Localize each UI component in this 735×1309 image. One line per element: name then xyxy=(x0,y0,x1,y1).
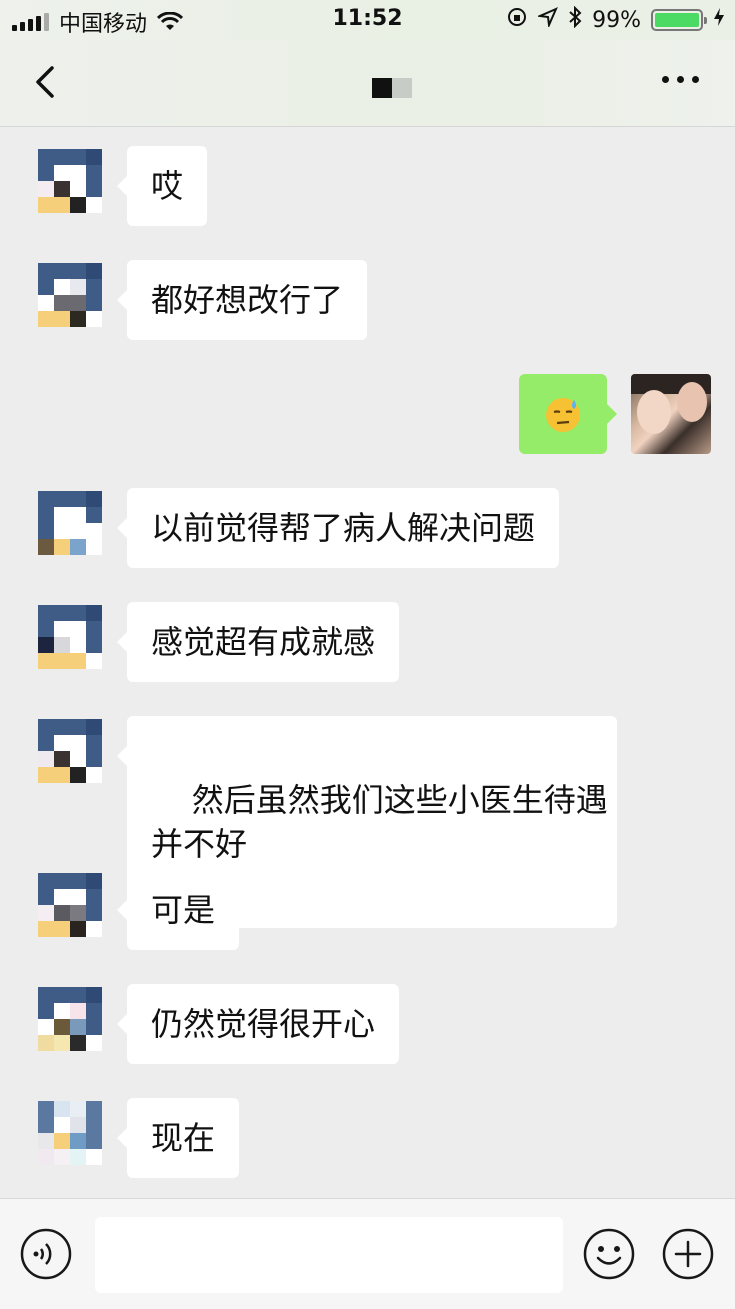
input-bar xyxy=(0,1198,735,1309)
voice-icon xyxy=(20,1228,72,1280)
message-text: 然后虽然我们这些小医生待遇 并不好 xyxy=(151,781,608,863)
emoji-button[interactable] xyxy=(582,1227,636,1281)
message-text: 仍然觉得很开心 xyxy=(151,1005,376,1043)
contact-avatar[interactable] xyxy=(38,987,102,1051)
message-text: 哎 xyxy=(151,167,184,205)
contact-avatar[interactable] xyxy=(38,873,102,937)
bluetooth-icon xyxy=(568,5,582,34)
message-bubble[interactable]: 哎 xyxy=(116,146,208,226)
back-button[interactable] xyxy=(28,62,68,102)
chat-area[interactable]: 哎 都好想改行了 以前觉得帮了病人解决问题 感觉超有成就感 然后虽然我们这些小医… xyxy=(0,127,735,1197)
chat-title-redacted xyxy=(372,78,412,98)
contact-avatar[interactable] xyxy=(38,491,102,555)
my-avatar[interactable] xyxy=(631,374,711,454)
message-bubble[interactable]: 都好想改行了 xyxy=(116,260,368,340)
battery-percent: 99% xyxy=(592,7,641,33)
chevron-left-icon xyxy=(36,66,54,98)
more-actions-button[interactable] xyxy=(661,1227,715,1281)
plus-icon xyxy=(662,1228,714,1280)
status-bar: 中国移动 11:52 99% xyxy=(0,0,735,40)
message-text: 可是 xyxy=(151,891,216,929)
battery-icon xyxy=(651,9,707,31)
voice-button[interactable] xyxy=(19,1227,73,1281)
contact-avatar[interactable] xyxy=(38,719,102,783)
contact-avatar[interactable] xyxy=(38,149,102,213)
my-message-bubble[interactable] xyxy=(519,374,617,454)
message-text: 以前觉得帮了病人解决问题 xyxy=(151,509,536,547)
location-icon xyxy=(536,7,559,33)
message-text: 现在 xyxy=(151,1119,216,1157)
message-bubble[interactable]: 仍然觉得很开心 xyxy=(116,984,400,1064)
message-bubble[interactable]: 以前觉得帮了病人解决问题 xyxy=(116,488,560,568)
message-bubble[interactable]: 现在 xyxy=(116,1098,240,1178)
message-text: 都好想改行了 xyxy=(151,281,344,319)
sweat-smile-emoji-icon xyxy=(546,398,580,432)
ellipsis-icon xyxy=(662,76,669,83)
message-input[interactable] xyxy=(95,1217,563,1293)
chat-header xyxy=(0,40,735,127)
message-bubble[interactable]: 可是 xyxy=(116,870,240,950)
emoji-icon xyxy=(583,1228,635,1280)
contact-avatar[interactable] xyxy=(38,1101,102,1165)
message-bubble[interactable]: 感觉超有成就感 xyxy=(116,602,400,682)
contact-avatar[interactable] xyxy=(38,263,102,327)
contact-avatar[interactable] xyxy=(38,605,102,669)
charging-icon xyxy=(713,7,725,33)
message-text: 感觉超有成就感 xyxy=(151,623,376,661)
orientation-lock-icon xyxy=(506,6,528,34)
more-button[interactable] xyxy=(662,76,699,83)
